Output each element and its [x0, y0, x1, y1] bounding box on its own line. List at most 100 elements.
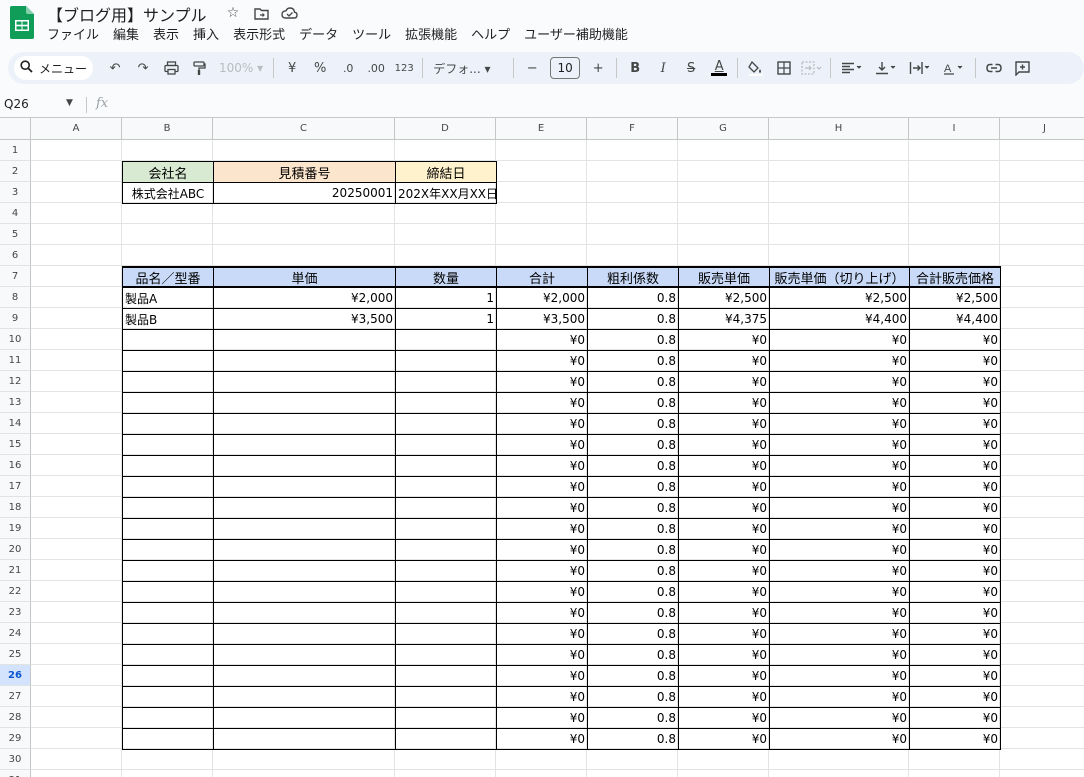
table-cell[interactable]: [213, 602, 396, 624]
row-header[interactable]: 1: [0, 140, 31, 161]
row-header[interactable]: 9: [0, 308, 31, 329]
italic-button[interactable]: I: [649, 56, 677, 80]
row-header[interactable]: 6: [0, 245, 31, 266]
table-cell[interactable]: ¥0: [496, 476, 588, 498]
table-cell[interactable]: [213, 623, 396, 645]
table-cell[interactable]: ¥0: [496, 455, 588, 477]
table-cell[interactable]: ¥0: [909, 518, 1001, 540]
table-cell[interactable]: ¥0: [909, 413, 1001, 435]
menu-help[interactable]: ヘルプ: [471, 24, 510, 43]
table-cell[interactable]: ¥0: [496, 707, 588, 729]
table-cell[interactable]: ¥0: [769, 686, 910, 708]
table-cell[interactable]: [395, 476, 497, 498]
table-cell[interactable]: [213, 665, 396, 687]
table-cell[interactable]: ¥2,500: [909, 287, 1001, 309]
row-header[interactable]: 17: [0, 476, 31, 497]
undo-icon[interactable]: ↶: [101, 56, 129, 80]
column-header[interactable]: C: [213, 118, 395, 140]
row-header[interactable]: 3: [0, 182, 31, 203]
table-cell[interactable]: [122, 392, 214, 414]
star-icon[interactable]: ☆: [224, 4, 242, 22]
table-cell[interactable]: 0.8: [587, 329, 679, 351]
table-cell[interactable]: ¥0: [678, 665, 770, 687]
row-header[interactable]: 26: [0, 665, 31, 686]
table-cell[interactable]: ¥0: [769, 455, 910, 477]
table-cell[interactable]: [395, 623, 497, 645]
row-header[interactable]: 22: [0, 581, 31, 602]
table-cell[interactable]: ¥0: [769, 728, 910, 750]
table-cell[interactable]: ¥0: [496, 623, 588, 645]
table-cell[interactable]: ¥3,500: [213, 308, 396, 330]
table-cell[interactable]: [395, 455, 497, 477]
row-header[interactable]: 13: [0, 392, 31, 413]
text-rotation-icon[interactable]: A: [937, 56, 971, 80]
info-header-cell[interactable]: 会社名: [122, 161, 214, 183]
decrease-font-size-button[interactable]: −: [518, 56, 546, 80]
table-cell[interactable]: ¥0: [678, 329, 770, 351]
table-cell[interactable]: ¥0: [496, 413, 588, 435]
more-formats-button[interactable]: 123: [390, 56, 418, 80]
table-cell[interactable]: [395, 518, 497, 540]
table-cell[interactable]: [213, 686, 396, 708]
chevron-down-icon[interactable]: ▼: [66, 98, 73, 108]
row-header[interactable]: 4: [0, 203, 31, 224]
table-cell[interactable]: ¥0: [769, 392, 910, 414]
font-select[interactable]: デフォ... ▾: [427, 60, 509, 77]
table-cell[interactable]: [122, 350, 214, 372]
table-header-cell[interactable]: 粗利係数: [587, 266, 679, 288]
table-cell[interactable]: ¥0: [909, 392, 1001, 414]
table-cell[interactable]: [213, 413, 396, 435]
row-header[interactable]: 24: [0, 623, 31, 644]
table-cell[interactable]: ¥0: [769, 371, 910, 393]
table-cell[interactable]: [122, 497, 214, 519]
menu-edit[interactable]: 編集: [113, 24, 139, 43]
row-header[interactable]: 7: [0, 266, 31, 287]
table-cell[interactable]: 0.8: [587, 602, 679, 624]
table-header-cell[interactable]: 合計: [496, 266, 588, 288]
table-cell[interactable]: ¥0: [769, 560, 910, 582]
table-cell[interactable]: 0.8: [587, 350, 679, 372]
row-header[interactable]: 18: [0, 497, 31, 518]
table-cell[interactable]: ¥0: [496, 497, 588, 519]
row-header[interactable]: 30: [0, 749, 31, 770]
table-cell[interactable]: ¥0: [769, 623, 910, 645]
table-cell[interactable]: [122, 623, 214, 645]
table-cell[interactable]: 0.8: [587, 497, 679, 519]
sheets-logo-icon[interactable]: [10, 6, 34, 39]
table-cell[interactable]: ¥0: [909, 350, 1001, 372]
table-cell[interactable]: 0.8: [587, 623, 679, 645]
table-cell[interactable]: [213, 329, 396, 351]
column-header[interactable]: B: [122, 118, 213, 140]
row-header[interactable]: 10: [0, 329, 31, 350]
table-cell[interactable]: [122, 434, 214, 456]
table-cell[interactable]: [395, 602, 497, 624]
table-cell[interactable]: [122, 539, 214, 561]
bold-button[interactable]: B: [621, 56, 649, 80]
column-header[interactable]: F: [587, 118, 678, 140]
table-cell[interactable]: ¥0: [769, 497, 910, 519]
paint-format-icon[interactable]: [185, 56, 213, 80]
table-cell[interactable]: ¥0: [678, 707, 770, 729]
table-cell[interactable]: ¥0: [678, 371, 770, 393]
table-cell[interactable]: ¥0: [909, 434, 1001, 456]
font-size-input[interactable]: 10: [550, 57, 581, 79]
table-cell[interactable]: 0.8: [587, 581, 679, 603]
text-wrapping-icon[interactable]: [903, 56, 937, 80]
table-cell[interactable]: ¥0: [496, 728, 588, 750]
table-cell[interactable]: ¥0: [769, 665, 910, 687]
table-cell[interactable]: ¥0: [496, 581, 588, 603]
table-cell[interactable]: 製品A: [122, 287, 214, 309]
table-cell[interactable]: [122, 455, 214, 477]
table-cell[interactable]: ¥0: [496, 392, 588, 414]
table-cell[interactable]: [213, 350, 396, 372]
zoom-select[interactable]: 100% ▾: [213, 61, 269, 75]
table-cell[interactable]: 製品B: [122, 308, 214, 330]
table-header-cell[interactable]: 品名／型番: [122, 266, 214, 288]
table-cell[interactable]: 0.8: [587, 665, 679, 687]
document-title[interactable]: 【ブログ用】サンプル: [47, 2, 207, 26]
table-cell[interactable]: 0.8: [587, 413, 679, 435]
insert-link-icon[interactable]: [980, 56, 1008, 80]
select-all-corner[interactable]: [0, 118, 31, 140]
table-cell[interactable]: [122, 581, 214, 603]
menu-tools[interactable]: ツール: [352, 24, 391, 43]
